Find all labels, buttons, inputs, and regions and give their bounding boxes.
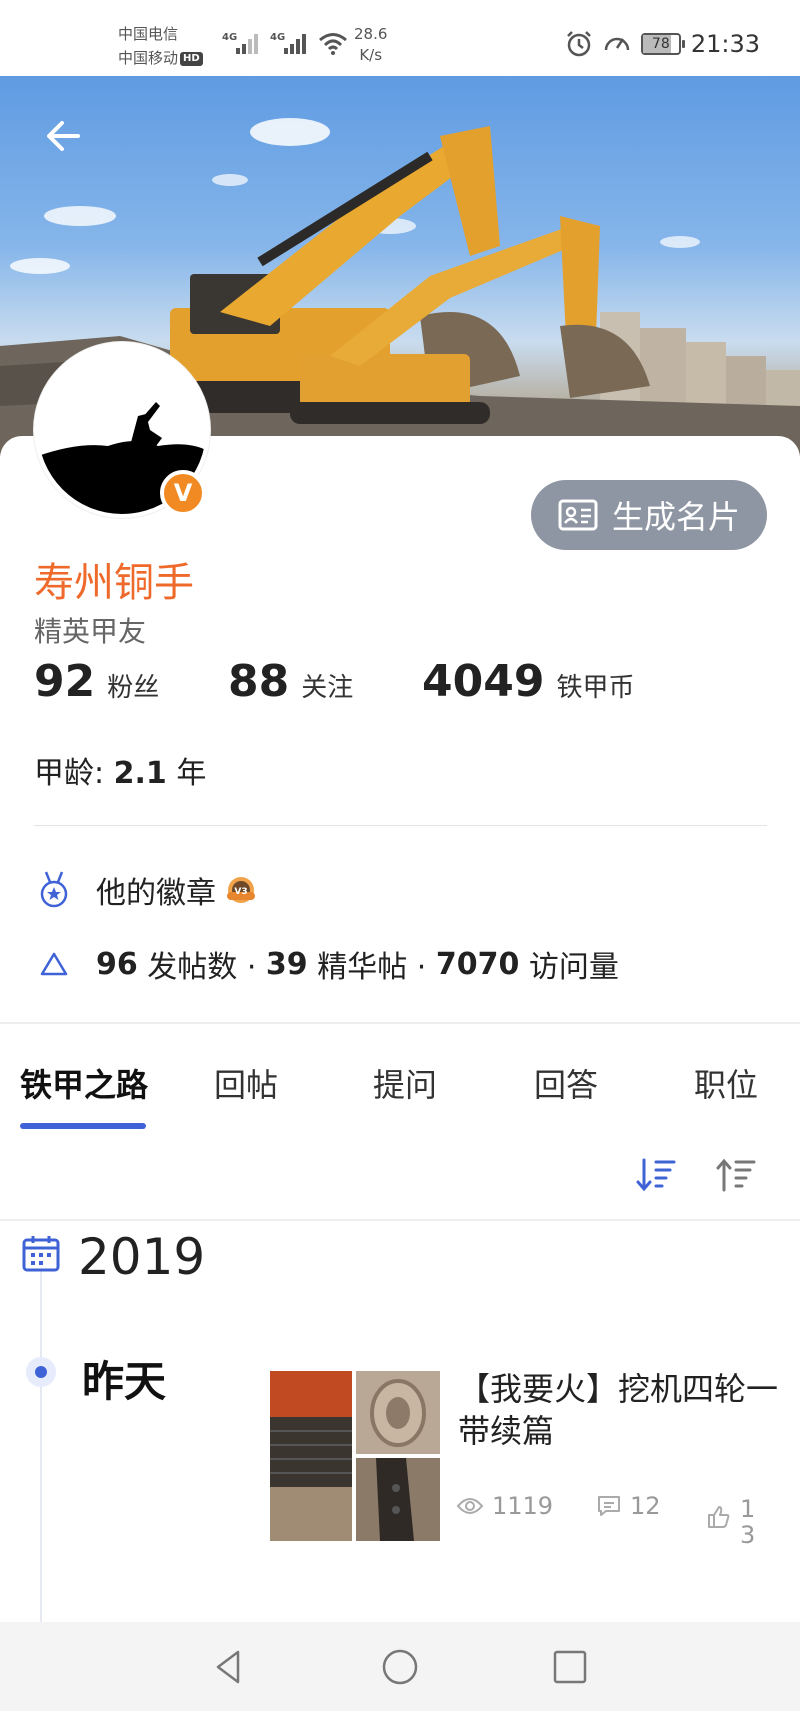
status-bar: 中国电信 中国移动 HD 4G 4G 28.6 K/s 78 21:33 [0,0,800,76]
stat-label: 铁甲币 [556,673,635,703]
section-divider-2 [0,1219,800,1221]
tab-answers[interactable]: 回答 [534,1060,598,1106]
tab-tiejia-road[interactable]: 铁甲之路 [20,1060,148,1106]
speed-unit: K/s [359,46,383,64]
badge-level-text: V3 [234,887,247,897]
carrier-1: 中国电信 [118,25,179,43]
wifi-icon [319,33,347,55]
divider [34,825,767,826]
post-thumbnail-1 [270,1371,352,1541]
hd-badge: HD [180,51,203,66]
post-views: 1119 [456,1492,553,1520]
active-tab-indicator [20,1123,146,1129]
stats-row: 92 粉丝 88 关注 4049 铁甲币 [34,656,634,707]
carrier-info: 中国电信 中国移动 HD [118,22,203,70]
user-rank-title: 精英甲友 [34,615,147,648]
tab-bar: 铁甲之路 回帖 提问 回答 职位 [0,1030,800,1130]
visits-label: 访问量 [528,950,619,985]
signal-icon-2: 4G [270,32,306,54]
status-right: 78 21:33 [565,30,760,58]
eye-icon [456,1498,484,1514]
stat-value: 92 [34,656,96,707]
alarm-icon [566,31,591,57]
calendar-icon [22,1236,60,1272]
post-stats-row: 96 发帖数 · 39 精华帖 · 7070 访问量 [34,942,619,986]
generate-card-label: 生成名片 [611,498,740,536]
stat-coins[interactable]: 4049 铁甲币 [422,656,634,707]
featured-label: 精华帖 · [317,950,427,985]
medal-icon [34,870,74,910]
comment-icon [598,1496,620,1516]
battery-icon: 78 [640,33,685,55]
network-speed: 28.6 K/s [354,24,387,66]
age-label: 甲龄: [34,756,105,791]
clock: 21:33 [690,30,760,58]
stat-value: 4049 [422,656,545,707]
stat-label: 粉丝 [107,673,160,703]
verified-badge: V [160,470,206,516]
username: 寿州铜手 [34,560,194,606]
sort-asc-icon[interactable] [716,1156,758,1194]
post-likes[interactable]: 1 3 [706,1496,755,1548]
post-thumbnail-2 [356,1371,440,1454]
sort-desc-icon[interactable] [636,1156,678,1194]
badges-row[interactable]: 他的徽章 V3 [34,868,258,912]
system-nav-bar [0,1622,800,1711]
back-button[interactable] [40,112,88,160]
battery-level: 78 [651,36,670,52]
visits-count: 7070 [435,946,520,982]
age-value: 2.1 [113,756,167,791]
triangle-icon [34,944,74,984]
speed-value: 28.6 [354,25,388,43]
section-divider [0,1022,800,1024]
level-badge-icon: V3 [227,877,255,903]
views-count: 1119 [492,1492,554,1520]
tab-jobs[interactable]: 职位 [694,1060,758,1106]
posts-count: 96 [96,946,138,982]
nav-recents-icon[interactable] [549,1646,591,1688]
stat-value: 88 [228,656,290,707]
tab-replies[interactable]: 回帖 [214,1060,278,1106]
timeline-day: 昨天 [82,1357,167,1406]
age-unit: 年 [176,756,207,791]
post-title[interactable]: 【我要火】挖机四轮一带续篇 [458,1368,778,1452]
post-thumbnails[interactable] [270,1371,440,1541]
post-comments: 12 [596,1492,661,1520]
carrier-2: 中国移动 [118,49,179,67]
nav-back-icon[interactable] [208,1646,250,1688]
tab-questions[interactable]: 提问 [373,1060,437,1106]
stat-followers[interactable]: 92 粉丝 [34,656,228,707]
speedometer-icon [604,37,630,51]
thumbs-up-icon [708,1506,730,1528]
id-card-icon [558,499,598,531]
nav-home-icon[interactable] [379,1646,421,1688]
timeline-year: 2019 [78,1228,206,1286]
net-type-label: 4G [222,32,237,43]
posts-label: 发帖数 · [147,950,257,985]
membership-age: 甲龄: 2.1 年 [34,748,206,792]
likes-count-line2: 3 [740,1521,756,1549]
badges-label: 他的徽章 [96,876,216,911]
timeline-dot [26,1357,56,1387]
stat-following[interactable]: 88 关注 [228,656,422,707]
stat-label: 关注 [301,673,354,703]
timeline-line [40,1270,42,1650]
net-type-label-2: 4G [270,32,285,43]
likes-count-line1: 1 [740,1495,756,1523]
featured-count: 39 [265,946,308,982]
comments-count: 12 [630,1492,661,1520]
signal-icon: 4G [222,32,258,54]
generate-card-button[interactable]: 生成名片 [531,480,767,550]
post-thumbnail-3 [356,1458,440,1541]
